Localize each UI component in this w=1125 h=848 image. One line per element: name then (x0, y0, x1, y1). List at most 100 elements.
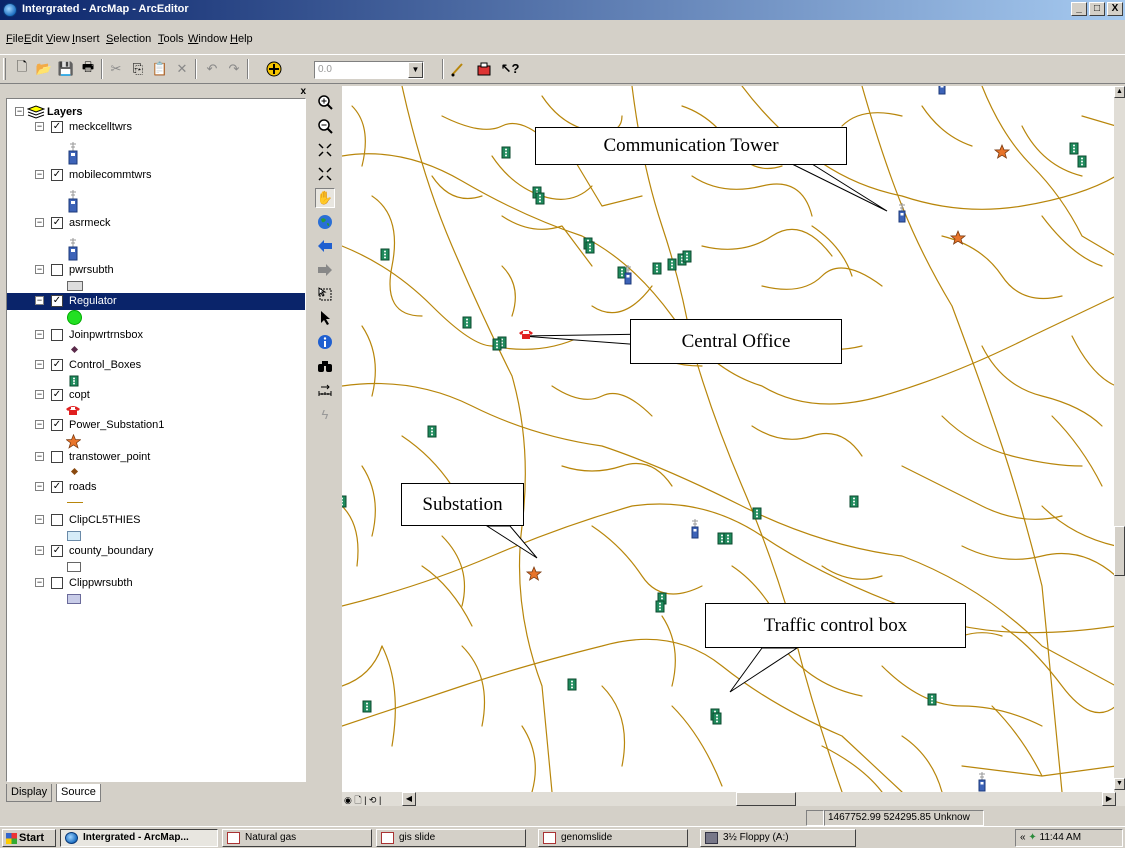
add-data-icon[interactable] (264, 59, 284, 79)
traffic-control-box-icon[interactable] (535, 192, 545, 205)
close-button[interactable]: X (1107, 2, 1123, 16)
communication-tower-icon[interactable] (898, 203, 906, 223)
fixed-zoom-out-icon[interactable] (315, 164, 335, 184)
road-network-map[interactable] (342, 86, 1116, 792)
task-genomslide[interactable]: genomslide (538, 829, 688, 847)
power-substation-star-icon[interactable] (525, 565, 543, 581)
layer-visibility-checkbox[interactable] (51, 329, 63, 341)
menu-insert[interactable]: Insert (72, 33, 100, 45)
back-arrow-icon[interactable] (315, 236, 335, 256)
traffic-control-box-icon[interactable] (682, 250, 692, 263)
table-of-contents[interactable]: − Layers − ✓ meckcelltwrs − ✓ mobilecomm… (6, 98, 306, 782)
menu-edit[interactable]: Edit (24, 33, 43, 45)
task-arcmap[interactable]: Intergrated - ArcMap... (60, 829, 218, 847)
menu-selection[interactable]: Selection (106, 33, 151, 45)
task-floppy[interactable]: 3½ Floppy (A:) (700, 829, 856, 847)
menu-tools[interactable]: Tools (158, 33, 184, 45)
communication-tower-icon[interactable] (978, 772, 986, 792)
layer-mobilecommtwrs[interactable]: − ✓ mobilecommtwrs (7, 167, 305, 184)
layer-pwrsubth[interactable]: − pwrsubth (7, 262, 305, 279)
central-office-phone-icon[interactable] (519, 330, 533, 339)
maximize-button[interactable]: □ (1089, 2, 1105, 16)
layer-control-boxes[interactable]: − ✓ Control_Boxes (7, 357, 305, 374)
layer-visibility-checkbox[interactable]: ✓ (51, 419, 63, 431)
scroll-right-icon[interactable]: ▶ (1102, 792, 1116, 806)
layer-joinpwrtrnsbox[interactable]: − Joinpwrtrnsbox (7, 327, 305, 344)
layer-roads[interactable]: − ✓ roads (7, 479, 305, 496)
menu-help[interactable]: Help (230, 33, 253, 45)
tab-display[interactable]: Display (6, 784, 53, 802)
tab-source[interactable]: Source (56, 784, 101, 802)
new-document-icon[interactable]: 🗋 (12, 59, 32, 79)
toc-close-icon[interactable]: x (300, 86, 306, 97)
layer-visibility-checkbox[interactable] (51, 577, 63, 589)
traffic-control-box-icon[interactable] (723, 532, 733, 545)
undo-icon[interactable]: ↶ (202, 59, 222, 79)
traffic-control-box-icon[interactable] (1069, 142, 1079, 155)
traffic-control-box-icon[interactable] (927, 693, 937, 706)
view-toggle-buttons[interactable]: ◉ 🗋 | ⟲ | (344, 793, 381, 809)
layer-visibility-checkbox[interactable]: ✓ (51, 545, 63, 557)
select-features-icon[interactable] (315, 284, 335, 304)
start-button[interactable]: Start (2, 829, 56, 847)
layer-visibility-checkbox[interactable]: ✓ (51, 481, 63, 493)
layer-visibility-checkbox[interactable]: ✓ (51, 217, 63, 229)
zoom-out-icon[interactable] (315, 116, 335, 136)
layer-transtower-point[interactable]: − transtower_point (7, 449, 305, 466)
layer-visibility-checkbox[interactable]: ✓ (51, 121, 63, 133)
identify-icon[interactable] (315, 332, 335, 352)
pan-hand-icon[interactable]: ✋ (315, 188, 335, 208)
traffic-control-box-icon[interactable] (652, 262, 662, 275)
scroll-up-icon[interactable]: ▲ (1114, 86, 1125, 98)
minimize-button[interactable]: _ (1071, 2, 1087, 16)
menu-file[interactable]: File (6, 33, 24, 45)
layer-regulator[interactable]: − ✓ Regulator (7, 293, 305, 310)
save-icon[interactable]: 💾 (56, 59, 76, 79)
traffic-control-box-icon[interactable] (849, 495, 859, 508)
layer-visibility-checkbox[interactable] (51, 264, 63, 276)
layer-visibility-checkbox[interactable] (51, 451, 63, 463)
traffic-control-box-icon[interactable] (655, 600, 665, 613)
editor-toolbar-icon[interactable] (448, 59, 468, 79)
map-view[interactable]: Communication Tower Central Office Subst… (342, 86, 1116, 792)
menu-window[interactable]: Window (188, 33, 227, 45)
traffic-control-box-icon[interactable] (1077, 155, 1087, 168)
traffic-control-box-icon[interactable] (567, 678, 577, 691)
traffic-control-box-icon[interactable] (427, 425, 437, 438)
toolbar-grip[interactable] (3, 58, 6, 80)
open-folder-icon[interactable]: 📂 (34, 59, 54, 79)
map-vertical-scrollbar[interactable]: ▲ ▼ (1114, 86, 1125, 792)
layer-visibility-checkbox[interactable]: ✓ (51, 359, 63, 371)
cut-icon[interactable]: ✂ (106, 59, 126, 79)
map-horizontal-scrollbar[interactable]: ◉ 🗋 | ⟲ | ◀ ▶ (342, 792, 1125, 806)
forward-arrow-icon[interactable] (315, 260, 335, 280)
layer-asrmeck[interactable]: − ✓ asrmeck (7, 215, 305, 232)
find-binoculars-icon[interactable] (315, 356, 335, 376)
traffic-control-box-icon[interactable] (752, 507, 762, 520)
redo-icon[interactable]: ↷ (224, 59, 244, 79)
hyperlink-lightning-icon[interactable]: ϟ (315, 404, 335, 424)
traffic-control-box-icon[interactable] (667, 258, 677, 271)
traffic-control-box-icon[interactable] (501, 146, 511, 159)
traffic-control-box-icon[interactable] (342, 495, 347, 508)
power-substation-star-icon[interactable] (949, 229, 967, 245)
network-tray-icon[interactable]: ✦ (1028, 832, 1039, 843)
traffic-control-box-icon[interactable] (712, 712, 722, 725)
title-bar[interactable]: Intergrated - ArcMap - ArcEditor _ □ X (0, 0, 1125, 20)
task-gis-slide[interactable]: gis slide (376, 829, 526, 847)
traffic-control-box-icon[interactable] (380, 248, 390, 261)
power-substation-star-icon[interactable] (993, 143, 1011, 159)
scroll-left-icon[interactable]: ◀ (402, 792, 416, 806)
zoom-in-icon[interactable] (315, 92, 335, 112)
full-extent-globe-icon[interactable] (315, 212, 335, 232)
traffic-control-box-icon[interactable] (492, 338, 502, 351)
traffic-control-box-icon[interactable] (362, 700, 372, 713)
chevron-down-icon[interactable]: ▼ (408, 62, 423, 78)
layer-visibility-checkbox[interactable] (51, 514, 63, 526)
layer-meckcelltwrs[interactable]: − ✓ meckcelltwrs (7, 119, 305, 136)
measure-icon[interactable] (315, 380, 335, 400)
scroll-thumb[interactable] (736, 792, 796, 806)
print-icon[interactable]: 🖶 (78, 59, 98, 79)
scroll-down-icon[interactable]: ▼ (1114, 778, 1125, 790)
layer-clippwrsubth[interactable]: − Clippwrsubth (7, 575, 305, 592)
